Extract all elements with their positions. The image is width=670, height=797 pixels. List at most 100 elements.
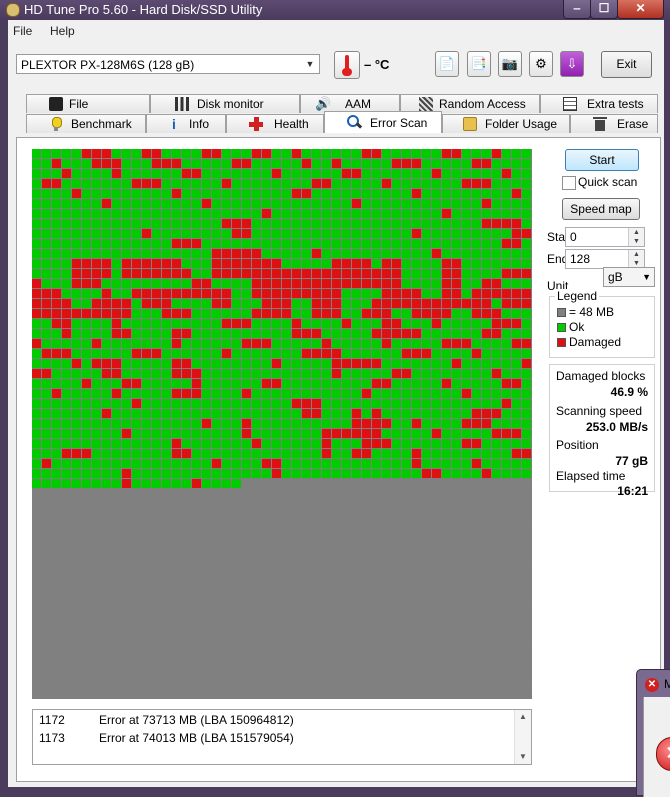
block-untested [442, 529, 451, 538]
block-untested [272, 559, 281, 568]
scroll-down-icon[interactable]: ▼ [515, 750, 531, 764]
block-damaged [172, 159, 181, 168]
block-ok [472, 359, 481, 368]
block-ok [102, 329, 111, 338]
copy-info-icon[interactable]: 📄 [435, 51, 459, 77]
block-untested [102, 659, 111, 668]
block-untested [252, 549, 261, 558]
log-scrollbar[interactable]: ▲ ▼ [514, 710, 531, 764]
block-damaged [462, 179, 471, 188]
block-untested [482, 649, 491, 658]
block-ok [202, 179, 211, 188]
error-log[interactable]: 1172 Error at 73713 MB (LBA 150964812) 1… [32, 709, 532, 765]
block-ok [212, 409, 221, 418]
block-ok [382, 369, 391, 378]
block-untested [82, 679, 91, 688]
block-ok [232, 439, 241, 448]
maximize-button[interactable]: ☐ [590, 0, 618, 19]
block-ok [72, 229, 81, 238]
block-ok [152, 449, 161, 458]
block-ok [492, 179, 501, 188]
block-untested [422, 609, 431, 618]
block-damaged [272, 289, 281, 298]
screenshot-camera-icon[interactable]: 📷 [498, 51, 522, 77]
block-ok [202, 159, 211, 168]
copy-all-icon[interactable]: 📑 [467, 51, 491, 77]
block-damaged [252, 289, 261, 298]
block-ok [462, 429, 471, 438]
block-ok [42, 149, 51, 158]
block-untested [92, 619, 101, 628]
block-ok [142, 479, 151, 488]
spin-up-icon[interactable]: ▲ [628, 228, 644, 237]
block-untested [182, 529, 191, 538]
block-untested [432, 559, 441, 568]
save-download-icon[interactable]: ⇩ [560, 51, 584, 77]
tab-error-scan-label: Error Scan [370, 116, 428, 130]
block-untested [212, 559, 221, 568]
tab-erase[interactable]: Erase [570, 114, 658, 133]
block-damaged [112, 159, 121, 168]
minimize-button[interactable]: ‒ [563, 0, 591, 19]
tab-extra-tests[interactable]: Extra tests [540, 94, 658, 113]
block-ok [92, 459, 101, 468]
block-ok [212, 159, 221, 168]
spin-up-icon[interactable]: ▲ [628, 250, 644, 259]
block-untested [452, 569, 461, 578]
drive-select-value: PLEXTOR PX-128M6S (128 gB) [21, 58, 195, 72]
scroll-up-icon[interactable]: ▲ [515, 710, 531, 724]
block-untested [222, 529, 231, 538]
block-ok [432, 239, 441, 248]
block-ok [132, 159, 141, 168]
thermometer-icon[interactable] [334, 51, 360, 79]
block-ok [202, 479, 211, 488]
block-untested [452, 549, 461, 558]
close-window-button[interactable]: ✕ [617, 0, 664, 19]
block-untested [502, 539, 511, 548]
block-ok [122, 209, 131, 218]
block-damaged [262, 279, 271, 288]
tab-folder-usage[interactable]: Folder Usage [442, 114, 570, 133]
menu-file[interactable]: File [13, 24, 32, 38]
block-untested [322, 549, 331, 558]
end-spinbox[interactable]: 128 ▲ ▼ [565, 249, 645, 269]
drive-select[interactable]: PLEXTOR PX-128M6S (128 gB) ▼ [16, 54, 320, 74]
options-icon[interactable]: ⚙ [529, 51, 553, 77]
block-damaged [102, 289, 111, 298]
block-ok [62, 179, 71, 188]
tab-error-scan[interactable]: Error Scan [324, 111, 442, 133]
menu-help[interactable]: Help [50, 24, 75, 38]
block-untested [162, 679, 171, 688]
block-ok [472, 229, 481, 238]
block-ok [232, 299, 241, 308]
tab-info[interactable]: i Info [146, 114, 226, 133]
tab-disk-monitor[interactable]: Disk monitor [150, 94, 300, 113]
tab-file-benchmark[interactable]: File Benchmark [26, 94, 150, 129]
block-ok [32, 149, 41, 158]
speed-map-button[interactable]: Speed map [562, 198, 640, 220]
start-scan-button[interactable]: Start [565, 149, 639, 171]
block-ok [152, 459, 161, 468]
error-dialog[interactable]: ✕ M ✕ [636, 669, 670, 797]
block-ok [422, 209, 431, 218]
block-ok [112, 189, 121, 198]
quick-scan-box[interactable] [562, 176, 576, 190]
block-untested [372, 559, 381, 568]
tab-health[interactable]: Health [226, 114, 324, 133]
block-damaged [182, 169, 191, 178]
block-ok [422, 199, 431, 208]
spin-down-icon[interactable]: ▼ [628, 237, 644, 246]
start-spinbox[interactable]: 0 ▲ ▼ [565, 227, 645, 247]
block-damaged [372, 409, 381, 418]
exit-button[interactable]: Exit [601, 51, 652, 78]
block-ok [352, 399, 361, 408]
block-untested [212, 619, 221, 628]
block-damaged [352, 259, 361, 268]
block-ok [192, 319, 201, 328]
unit-select[interactable]: gB ▼ [603, 267, 655, 287]
block-ok [442, 469, 451, 478]
block-ok [82, 459, 91, 468]
block-damaged [242, 419, 251, 428]
tab-benchmark[interactable]: Benchmark [26, 114, 146, 133]
block-damaged [332, 159, 341, 168]
